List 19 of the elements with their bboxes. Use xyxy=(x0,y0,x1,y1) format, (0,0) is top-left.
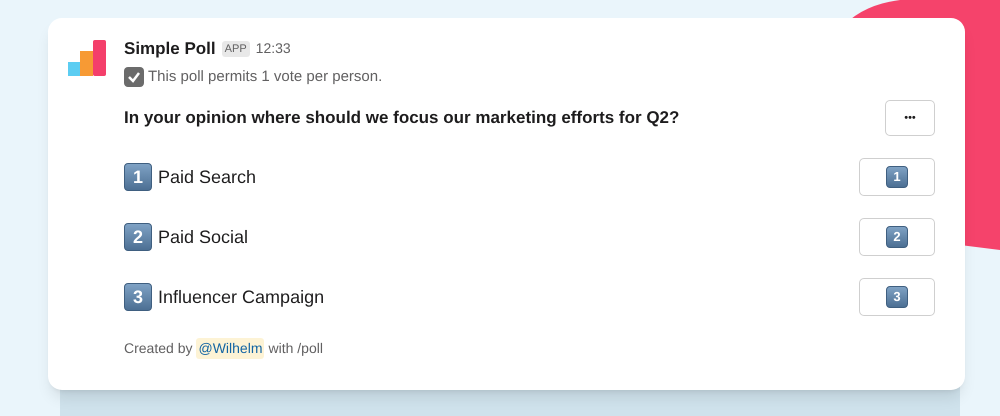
user-mention-link[interactable]: @Wilhelm xyxy=(196,338,264,359)
app-tag: APP xyxy=(222,40,250,57)
option-label: Paid Social xyxy=(158,226,248,248)
number-keycap: 1 xyxy=(124,163,152,191)
footer-text: Created by xyxy=(124,339,192,358)
number-keycap: 3 xyxy=(124,283,152,311)
bar-chart-logo-icon xyxy=(68,40,106,76)
footer-text: with /poll xyxy=(268,339,323,358)
option-label: Paid Search xyxy=(158,166,256,188)
poll-notice: This poll permits 1 vote per person. xyxy=(148,66,382,86)
poll-question: In your opinion where should we focus our marketing efforts for Q2? xyxy=(124,107,680,130)
sender-name: Simple Poll xyxy=(124,38,216,60)
number-keycap: 2 xyxy=(124,223,152,251)
more-button[interactable]: ••• xyxy=(885,100,935,136)
vote-button[interactable]: 3 xyxy=(859,278,935,316)
option-label: Influencer Campaign xyxy=(158,286,324,309)
message-time: 12:33 xyxy=(256,39,291,58)
vote-button[interactable]: 1 xyxy=(859,158,935,196)
vote-button[interactable]: 2 xyxy=(859,218,935,256)
